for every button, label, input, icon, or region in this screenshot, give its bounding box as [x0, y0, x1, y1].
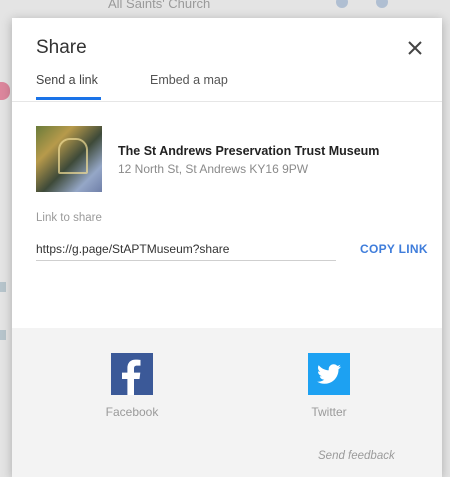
place-card: The St Andrews Preservation Trust Museum…: [36, 126, 426, 196]
map-marker-icon: [336, 0, 348, 8]
close-button[interactable]: [403, 36, 427, 60]
facebook-icon: [111, 353, 153, 395]
place-thumbnail: [36, 126, 102, 192]
place-name: The St Andrews Preservation Trust Museum: [118, 144, 380, 158]
facebook-label: Facebook: [105, 405, 159, 419]
twitter-share-button[interactable]: Twitter: [289, 353, 369, 419]
share-footer: Facebook Twitter Send feedback: [12, 328, 442, 477]
active-tab-indicator: [36, 97, 101, 100]
copy-link-button[interactable]: COPY LINK: [360, 242, 428, 256]
share-link-field[interactable]: [36, 238, 336, 261]
send-feedback-link[interactable]: Send feedback: [318, 450, 395, 462]
map-marker-icon: [376, 0, 388, 8]
map-marker-icon: [0, 282, 6, 292]
map-pin-icon: [0, 82, 10, 100]
place-address: 12 North St, St Andrews KY16 9PW: [118, 162, 309, 176]
tab-send-link[interactable]: Send a link: [36, 73, 98, 99]
close-icon: [408, 41, 422, 55]
facebook-share-button[interactable]: Facebook: [92, 353, 172, 419]
map-place-label: All Saints' Church: [108, 0, 211, 11]
tab-embed-map[interactable]: Embed a map: [150, 73, 228, 99]
share-dialog: Share Send a link Embed a map The St And…: [12, 18, 442, 477]
twitter-label: Twitter: [311, 405, 347, 419]
map-marker-icon: [0, 330, 6, 340]
dialog-title: Share: [36, 37, 87, 58]
link-label: Link to share: [36, 212, 102, 224]
twitter-icon: [308, 353, 350, 395]
